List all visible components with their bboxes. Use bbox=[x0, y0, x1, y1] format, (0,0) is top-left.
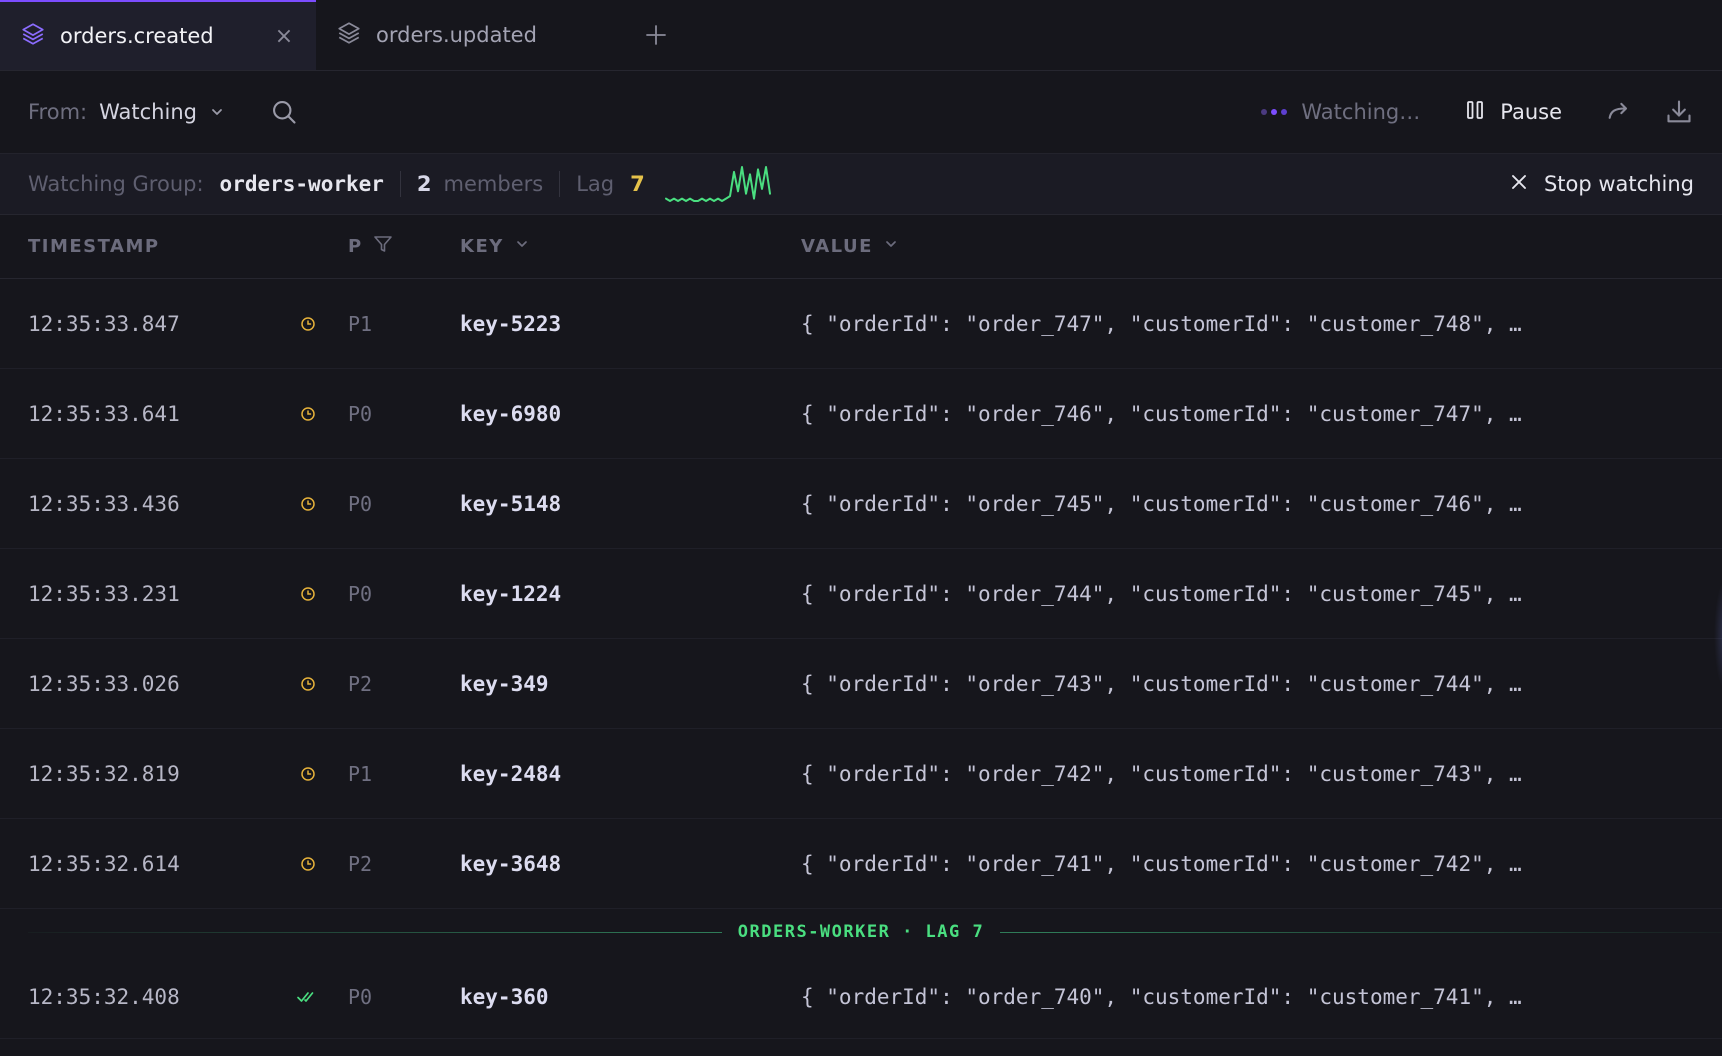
row-key: key-3648 bbox=[460, 852, 562, 876]
pause-icon bbox=[1464, 99, 1486, 126]
column-header-label: KEY bbox=[460, 236, 504, 257]
members-count: 2 bbox=[416, 172, 432, 196]
row-value: { "orderId": "order_745", "customerId": … bbox=[801, 492, 1522, 516]
column-header-value[interactable]: VALUE bbox=[801, 236, 899, 257]
watch-status: Watching… bbox=[1261, 100, 1420, 124]
row-key: key-6980 bbox=[460, 402, 562, 426]
lag-value: 7 bbox=[630, 172, 645, 196]
separator bbox=[559, 171, 561, 197]
row-timestamp: 12:35:33.231 bbox=[28, 582, 180, 606]
clock-icon bbox=[296, 729, 320, 819]
row-value: { "orderId": "order_742", "customerId": … bbox=[801, 762, 1522, 786]
tab-label: orders.updated bbox=[376, 23, 537, 47]
clock-icon bbox=[296, 639, 320, 729]
row-timestamp: 12:35:32.819 bbox=[28, 762, 180, 786]
search-icon[interactable] bbox=[269, 97, 299, 127]
clock-icon bbox=[296, 549, 320, 639]
row-partition: P2 bbox=[348, 852, 373, 876]
row-value: { "orderId": "order_744", "customerId": … bbox=[801, 582, 1522, 606]
column-header-label: TIMESTAMP bbox=[28, 236, 160, 257]
tab-bar: orders.created × orders.updated bbox=[0, 0, 1722, 71]
column-header-timestamp[interactable]: TIMESTAMP bbox=[28, 236, 160, 257]
watch-status-text: Watching… bbox=[1301, 100, 1421, 124]
share-arrow-icon[interactable] bbox=[1604, 97, 1634, 127]
tab-orders-updated[interactable]: orders.updated bbox=[316, 0, 636, 70]
layers-icon bbox=[20, 21, 46, 52]
stop-watching-label: Stop watching bbox=[1543, 172, 1694, 196]
row-key: key-349 bbox=[460, 672, 549, 696]
stop-watching-button[interactable]: Stop watching bbox=[1510, 172, 1694, 196]
tab-orders-created[interactable]: orders.created × bbox=[0, 0, 316, 70]
watching-group-bar: Watching Group: orders-worker 2 members … bbox=[0, 153, 1722, 215]
row-partition: P1 bbox=[348, 762, 373, 786]
pause-label: Pause bbox=[1500, 100, 1562, 124]
lag-sparkline bbox=[664, 166, 771, 202]
table-row[interactable]: 12:35:32.408 P0 key-360 { "orderId": "or… bbox=[0, 955, 1722, 1039]
table-row[interactable]: 12:35:32.819 P1 key-2484 { "orderId": "o… bbox=[0, 729, 1722, 819]
clock-icon bbox=[296, 279, 320, 369]
row-partition: P0 bbox=[348, 985, 373, 1009]
close-icon bbox=[1510, 172, 1528, 196]
activity-dots-icon bbox=[1261, 109, 1288, 115]
toolbar: From: Watching Watching… Pause bbox=[0, 71, 1722, 153]
table-row[interactable]: 12:35:33.026 P2 key-349 { "orderId": "or… bbox=[0, 639, 1722, 729]
download-icon[interactable] bbox=[1664, 97, 1694, 127]
row-key: key-360 bbox=[460, 985, 549, 1009]
column-header-label: P bbox=[348, 236, 363, 257]
chevron-down-icon[interactable] bbox=[207, 102, 227, 122]
row-key: key-1224 bbox=[460, 582, 562, 606]
chevron-down-icon bbox=[514, 236, 530, 257]
row-value: { "orderId": "order_741", "customerId": … bbox=[801, 852, 1522, 876]
row-value: { "orderId": "order_747", "customerId": … bbox=[801, 312, 1522, 336]
row-partition: P1 bbox=[348, 312, 373, 336]
message-list: 12:35:33.847 P1 key-5223 { "orderId": "o… bbox=[0, 279, 1722, 1039]
consumer-offset-marker: ORDERS-WORKER · LAG 7 bbox=[0, 909, 1722, 955]
close-icon[interactable]: × bbox=[274, 24, 294, 49]
row-value: { "orderId": "order_743", "customerId": … bbox=[801, 672, 1522, 696]
row-timestamp: 12:35:33.436 bbox=[28, 492, 180, 516]
row-value: { "orderId": "order_746", "customerId": … bbox=[801, 402, 1522, 426]
tab-label: orders.created bbox=[60, 24, 214, 48]
clock-icon bbox=[296, 819, 320, 909]
plus-icon[interactable] bbox=[636, 0, 676, 70]
chevron-down-icon bbox=[883, 236, 899, 257]
row-partition: P0 bbox=[348, 402, 373, 426]
layers-icon bbox=[336, 20, 362, 51]
row-key: key-2484 bbox=[460, 762, 562, 786]
row-timestamp: 12:35:33.641 bbox=[28, 402, 180, 426]
row-timestamp: 12:35:33.847 bbox=[28, 312, 180, 336]
table-row[interactable]: 12:35:33.231 P0 key-1224 { "orderId": "o… bbox=[0, 549, 1722, 639]
row-timestamp: 12:35:32.408 bbox=[28, 985, 180, 1009]
table-row[interactable]: 12:35:32.614 P2 key-3648 { "orderId": "o… bbox=[0, 819, 1722, 909]
column-header-partition[interactable]: P bbox=[348, 234, 393, 259]
members-label: members bbox=[443, 172, 544, 196]
table-row[interactable]: 12:35:33.641 P0 key-6980 { "orderId": "o… bbox=[0, 369, 1722, 459]
row-partition: P0 bbox=[348, 492, 373, 516]
watching-group-name: orders-worker bbox=[219, 172, 384, 196]
row-partition: P0 bbox=[348, 582, 373, 606]
offset-marker-label: ORDERS-WORKER · LAG 7 bbox=[721, 922, 1001, 942]
lag-sparkline-line bbox=[664, 166, 771, 202]
clock-icon bbox=[296, 369, 320, 459]
row-partition: P2 bbox=[348, 672, 373, 696]
from-dropdown[interactable]: Watching bbox=[99, 100, 197, 124]
row-key: key-5148 bbox=[460, 492, 562, 516]
from-label: From: bbox=[28, 100, 88, 124]
clock-icon bbox=[296, 459, 320, 549]
lag-label: Lag bbox=[576, 172, 615, 196]
table-row[interactable]: 12:35:33.436 P0 key-5148 { "orderId": "o… bbox=[0, 459, 1722, 549]
filter-icon[interactable] bbox=[373, 234, 393, 259]
row-timestamp: 12:35:33.026 bbox=[28, 672, 180, 696]
row-value: { "orderId": "order_740", "customerId": … bbox=[801, 985, 1522, 1009]
row-timestamp: 12:35:32.614 bbox=[28, 852, 180, 876]
double-check-icon bbox=[296, 955, 320, 1039]
row-key: key-5223 bbox=[460, 312, 562, 336]
column-header-label: VALUE bbox=[801, 236, 873, 257]
table-header: TIMESTAMP P KEY VALUE bbox=[0, 215, 1722, 279]
separator bbox=[399, 171, 401, 197]
pause-button[interactable]: Pause bbox=[1464, 99, 1562, 126]
watching-group-label: Watching Group: bbox=[28, 172, 204, 196]
column-header-key[interactable]: KEY bbox=[460, 236, 530, 257]
table-row[interactable]: 12:35:33.847 P1 key-5223 { "orderId": "o… bbox=[0, 279, 1722, 369]
